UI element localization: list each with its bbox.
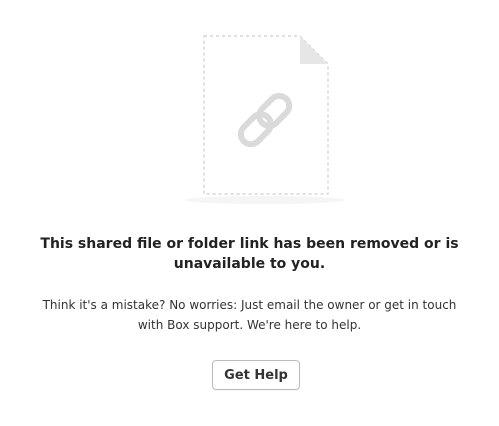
error-heading-line-1: This shared file or folder link has been… [40, 236, 459, 252]
error-message-line-1: Think it's a mistake? No worries: Just e… [42, 298, 457, 312]
broken-link-illustration [180, 30, 350, 210]
error-heading: This shared file or folder link has been… [0, 234, 499, 274]
get-help-button[interactable]: Get Help [212, 360, 300, 390]
error-message: Think it's a mistake? No worries: Just e… [0, 295, 499, 335]
error-heading-line-2: unavailable to you. [173, 256, 326, 272]
link-icon [237, 92, 293, 148]
error-message-line-2: with Box support. We're here to help. [137, 318, 362, 332]
